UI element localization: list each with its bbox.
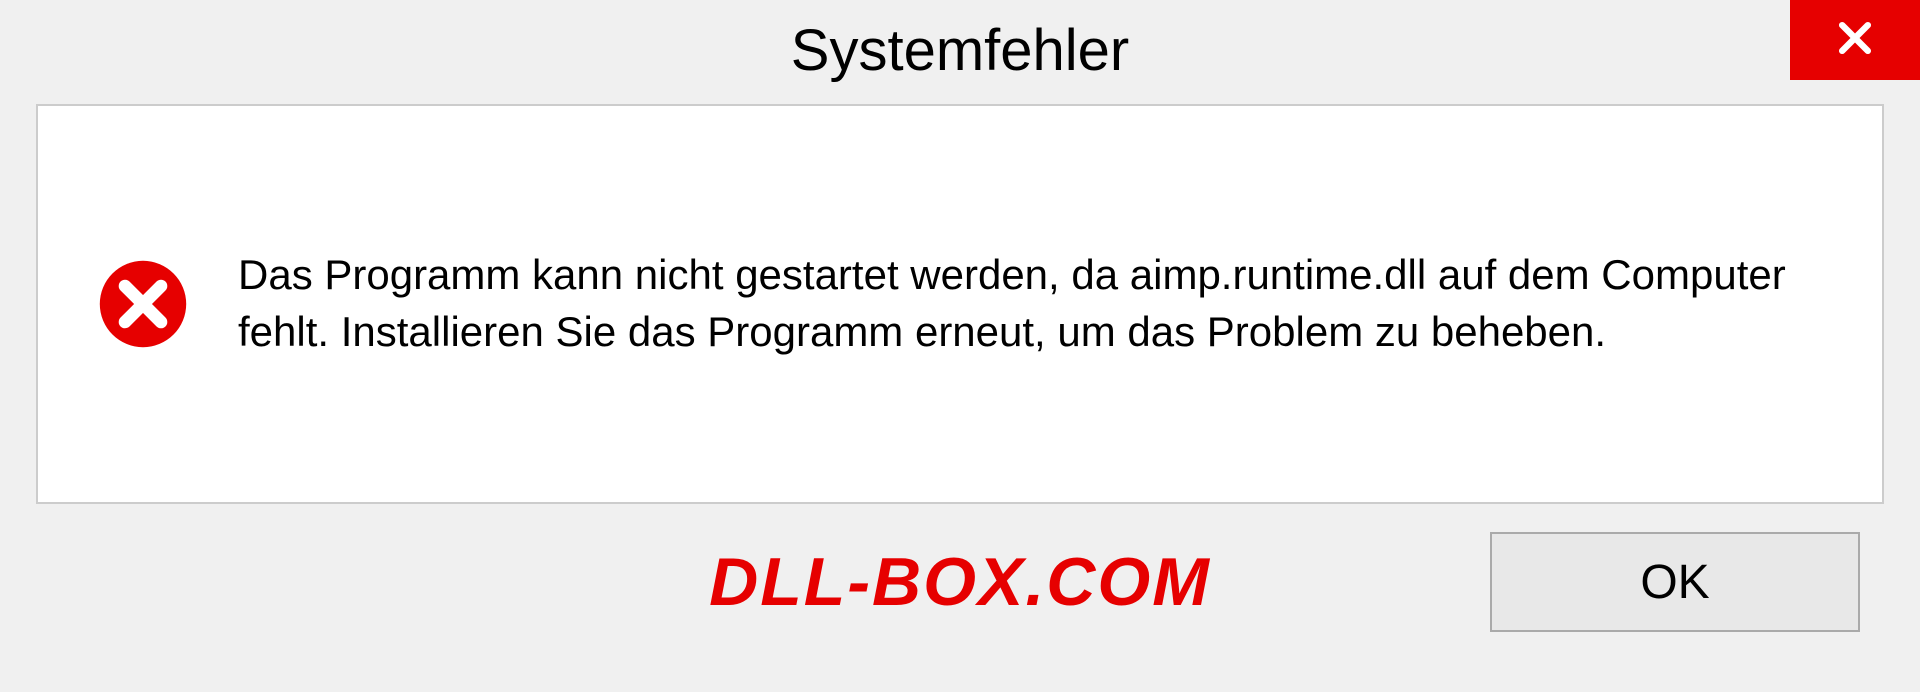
- dialog-content: Das Programm kann nicht gestartet werden…: [36, 104, 1884, 504]
- ok-button-label: OK: [1640, 555, 1709, 610]
- watermark-text: DLL-BOX.COM: [709, 543, 1211, 621]
- close-icon: [1833, 16, 1877, 65]
- ok-button[interactable]: OK: [1490, 532, 1860, 632]
- dialog-footer: DLL-BOX.COM OK: [0, 504, 1920, 632]
- error-icon: [98, 259, 188, 349]
- error-message: Das Programm kann nicht gestartet werden…: [238, 247, 1822, 360]
- dialog-title: Systemfehler: [791, 17, 1129, 84]
- titlebar: Systemfehler: [0, 0, 1920, 100]
- close-button[interactable]: [1790, 0, 1920, 80]
